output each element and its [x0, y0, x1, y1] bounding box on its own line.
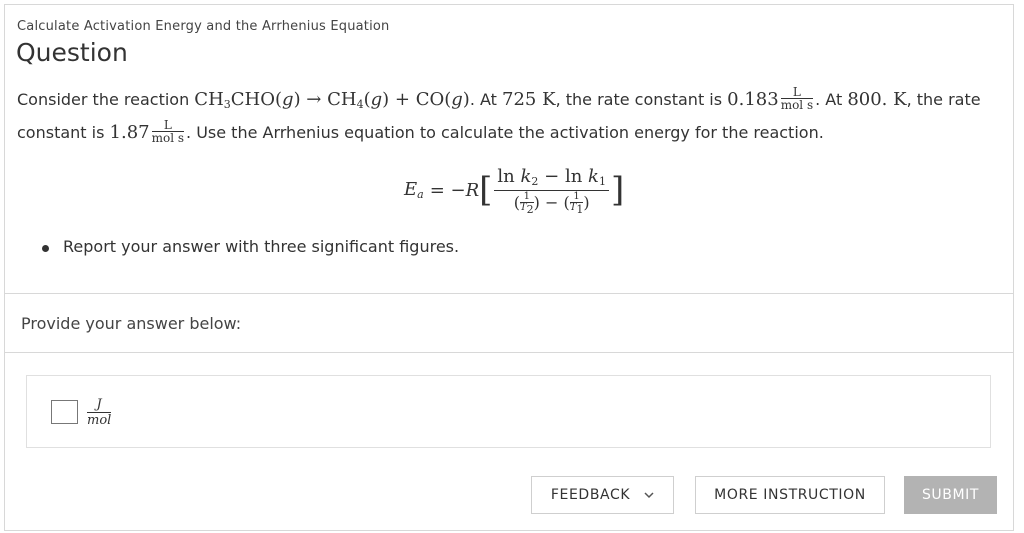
question-subtitle: Calculate Activation Energy and the Arrh…	[17, 19, 390, 34]
answer-area: J mol	[26, 375, 991, 448]
more-instruction-button[interactable]: MORE INSTRUCTION	[695, 476, 885, 514]
feedback-button[interactable]: FEEDBACK	[531, 476, 674, 514]
prompt-text: Consider the reaction	[17, 90, 195, 109]
equation-equals: = −	[429, 179, 466, 201]
instruction-list: Report your answer with three significan…	[42, 237, 459, 256]
answer-unit: J mol	[87, 397, 112, 428]
question-prompt: Consider the reaction CH3CHO(g) → CH4(g)…	[17, 85, 981, 145]
equation-fraction: ln k2 − ln k1 (1 T2) − (1 T1)	[494, 166, 609, 215]
equation-lhs: Ea	[404, 179, 424, 201]
page-title: Question	[16, 38, 128, 67]
section-divider	[4, 352, 1014, 353]
equation-denominator: (1 T2) − (1 T1)	[513, 190, 590, 216]
question-card	[4, 4, 1014, 531]
rate-unit-1: Lmol s	[780, 85, 814, 112]
gas-constant: R	[465, 179, 480, 201]
rate-constant-2: 1.87	[109, 122, 150, 143]
close-bracket: ]	[610, 170, 625, 210]
rate-unit-2: Lmol s	[151, 118, 185, 145]
section-divider	[4, 293, 1014, 294]
chevron-down-icon	[644, 489, 654, 502]
answer-input[interactable]	[51, 400, 78, 424]
temperature-1: 725 K	[502, 89, 556, 110]
equation-numerator: ln k2 − ln k1	[494, 166, 609, 191]
list-item: Report your answer with three significan…	[42, 237, 459, 256]
reaction-equation: CH3CHO(g) → CH4(g) + CO(g)	[194, 89, 470, 111]
temperature-2: 800. K	[847, 89, 907, 110]
open-bracket: [	[479, 170, 493, 210]
feedback-label: FEEDBACK	[550, 487, 631, 503]
more-instruction-label: MORE INSTRUCTION	[714, 487, 866, 503]
submit-button[interactable]: SUBMIT	[904, 476, 997, 514]
rate-constant-1: 0.183	[727, 89, 779, 110]
answer-label: Provide your answer below:	[21, 314, 242, 333]
submit-label: SUBMIT	[921, 487, 980, 503]
arrhenius-equation: Ea = − R [ ln k2 − ln k1 (1 T2) − (1 T1) ]	[404, 160, 624, 220]
